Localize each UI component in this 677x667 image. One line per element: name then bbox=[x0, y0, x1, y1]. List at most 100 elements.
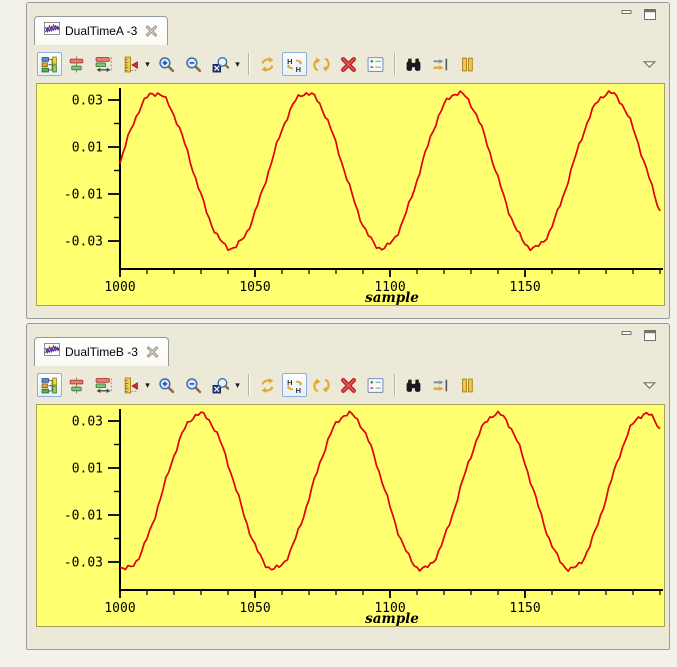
swap-direction-button[interactable] bbox=[255, 373, 280, 397]
remove-signal-icon bbox=[341, 56, 356, 72]
dropdown-caret-icon[interactable]: ▾ bbox=[233, 380, 242, 391]
zoom-region-icon bbox=[212, 377, 229, 393]
tab-dualtimeb[interactable]: DualTimeB -3 bbox=[34, 337, 169, 366]
zoom-in-button[interactable] bbox=[154, 373, 179, 397]
view-menu-button[interactable] bbox=[637, 373, 662, 397]
goto-cursor-icon bbox=[433, 379, 448, 391]
rotate-signals-button[interactable] bbox=[309, 52, 334, 76]
find-icon bbox=[406, 58, 421, 71]
zoom-in-icon bbox=[159, 377, 175, 393]
ruler-cursor-icon bbox=[124, 377, 138, 393]
pause-button[interactable] bbox=[455, 52, 480, 76]
close-icon[interactable] bbox=[146, 346, 159, 358]
workbench: DualTimeA -3 ▾ ▾ H H 0.03 0.01 -0.01 -0.03 1000… bbox=[0, 0, 677, 667]
ruler-cursor-icon bbox=[124, 56, 138, 72]
panel-dualtimea: DualTimeA -3 ▾ ▾ H H 0.03 0.01 -0.01 -0.03 1000… bbox=[26, 2, 670, 319]
ruler-cursor-button[interactable] bbox=[118, 373, 143, 397]
view-menu-button[interactable] bbox=[637, 52, 662, 76]
svg-text:0.03: 0.03 bbox=[72, 415, 103, 430]
dropdown-caret-icon[interactable]: ▾ bbox=[143, 59, 152, 70]
time-scale-button[interactable] bbox=[91, 373, 116, 397]
svg-text:0.01: 0.01 bbox=[72, 141, 103, 156]
goto-cursor-button[interactable] bbox=[428, 373, 453, 397]
tab-dualtimea[interactable]: DualTimeA -3 bbox=[34, 16, 169, 45]
find-button[interactable] bbox=[401, 52, 426, 76]
align-signals-icon bbox=[69, 377, 84, 393]
zoom-out-icon bbox=[186, 377, 202, 393]
waveform-chart[interactable]: 0.030.01-0.01-0.031000 1050 1100 1150sample bbox=[37, 405, 664, 626]
rotate-signals-icon bbox=[313, 377, 330, 393]
goto-cursor-button[interactable] bbox=[428, 52, 453, 76]
maximize-button[interactable] bbox=[644, 9, 657, 20]
swap-hex-button[interactable]: HH bbox=[282, 373, 307, 397]
svg-text:1000: 1000 bbox=[104, 601, 135, 616]
chart-area[interactable]: 0.03 0.01 -0.01 -0.03 1000 1050 1100 1150 sample bbox=[36, 83, 665, 306]
svg-text:-0.03: -0.03 bbox=[64, 235, 103, 250]
pause-button[interactable] bbox=[455, 373, 480, 397]
zoom-out-icon bbox=[186, 56, 202, 72]
svg-text:-0.01: -0.01 bbox=[64, 188, 103, 203]
toolbar: ▾ ▾ H H bbox=[27, 45, 669, 83]
goto-cursor-icon bbox=[433, 58, 448, 70]
ruler-cursor-button[interactable] bbox=[118, 52, 143, 76]
signal-properties-button[interactable] bbox=[363, 373, 388, 397]
close-icon[interactable] bbox=[145, 25, 158, 37]
svg-text:0.03: 0.03 bbox=[72, 94, 103, 109]
signal-tree-toggle-icon bbox=[41, 56, 57, 72]
find-icon bbox=[406, 379, 421, 392]
zoom-in-button[interactable] bbox=[154, 52, 179, 76]
zoom-region-button[interactable] bbox=[208, 373, 233, 397]
align-signals-button[interactable] bbox=[64, 52, 89, 76]
pause-icon bbox=[462, 378, 473, 392]
svg-text:1150: 1150 bbox=[509, 280, 540, 295]
remove-signal-button[interactable] bbox=[336, 52, 361, 76]
view-menu-icon bbox=[642, 60, 657, 68]
svg-text:-0.03: -0.03 bbox=[64, 556, 103, 571]
svg-text:1000: 1000 bbox=[104, 280, 135, 295]
toolbar: ▾ ▾ H H bbox=[27, 366, 669, 404]
svg-text:H: H bbox=[296, 386, 301, 394]
time-scale-icon bbox=[95, 56, 112, 72]
rotate-signals-button[interactable] bbox=[309, 373, 334, 397]
tab-strip: DualTimeB -3 bbox=[27, 324, 669, 366]
panel-dualtimeb: DualTimeB -3 ▾ ▾ H H 0.03 0.01 -0.01 -0.03 1000… bbox=[26, 323, 670, 650]
swap-direction-icon bbox=[261, 56, 274, 72]
toolbar-separator bbox=[248, 53, 249, 75]
find-button[interactable] bbox=[401, 373, 426, 397]
minimize-button[interactable] bbox=[621, 9, 634, 20]
tab-title: DualTimeA -3 bbox=[65, 24, 138, 38]
time-scale-button[interactable] bbox=[91, 52, 116, 76]
minimize-button[interactable] bbox=[621, 330, 634, 341]
signal-properties-icon bbox=[367, 377, 384, 393]
zoom-region-button[interactable] bbox=[208, 52, 233, 76]
zoom-out-button[interactable] bbox=[181, 52, 206, 76]
waveform-chart[interactable]: 0.030.01-0.01-0.031000 1050 1100 1150sample bbox=[37, 84, 664, 305]
toolbar-separator bbox=[248, 374, 249, 396]
swap-hex-icon: HH bbox=[286, 56, 303, 73]
svg-text:sample: sample bbox=[365, 611, 419, 626]
time-scale-icon bbox=[95, 377, 112, 393]
remove-signal-icon bbox=[341, 377, 356, 393]
zoom-in-icon bbox=[159, 56, 175, 72]
chart-area[interactable]: 0.03 0.01 -0.01 -0.03 1000 1050 1100 1150 sample bbox=[36, 404, 665, 627]
svg-text:1050: 1050 bbox=[239, 601, 270, 616]
window-controls bbox=[621, 330, 657, 341]
swap-direction-button[interactable] bbox=[255, 52, 280, 76]
signal-properties-button[interactable] bbox=[363, 52, 388, 76]
tab-title: DualTimeB -3 bbox=[65, 345, 138, 359]
tab-strip: DualTimeA -3 bbox=[27, 3, 669, 45]
zoom-out-button[interactable] bbox=[181, 373, 206, 397]
maximize-button[interactable] bbox=[644, 330, 657, 341]
signal-properties-icon bbox=[367, 56, 384, 72]
swap-hex-button[interactable]: HH bbox=[282, 52, 307, 76]
svg-text:sample: sample bbox=[365, 290, 419, 305]
signal-tree-toggle-button[interactable] bbox=[37, 373, 62, 397]
svg-text:-0.01: -0.01 bbox=[64, 509, 103, 524]
svg-text:0.01: 0.01 bbox=[72, 462, 103, 477]
signal-tree-toggle-button[interactable] bbox=[37, 52, 62, 76]
dropdown-caret-icon[interactable]: ▾ bbox=[233, 59, 242, 70]
align-signals-button[interactable] bbox=[64, 373, 89, 397]
remove-signal-button[interactable] bbox=[336, 373, 361, 397]
dropdown-caret-icon[interactable]: ▾ bbox=[143, 380, 152, 391]
waveform-icon bbox=[44, 342, 60, 362]
